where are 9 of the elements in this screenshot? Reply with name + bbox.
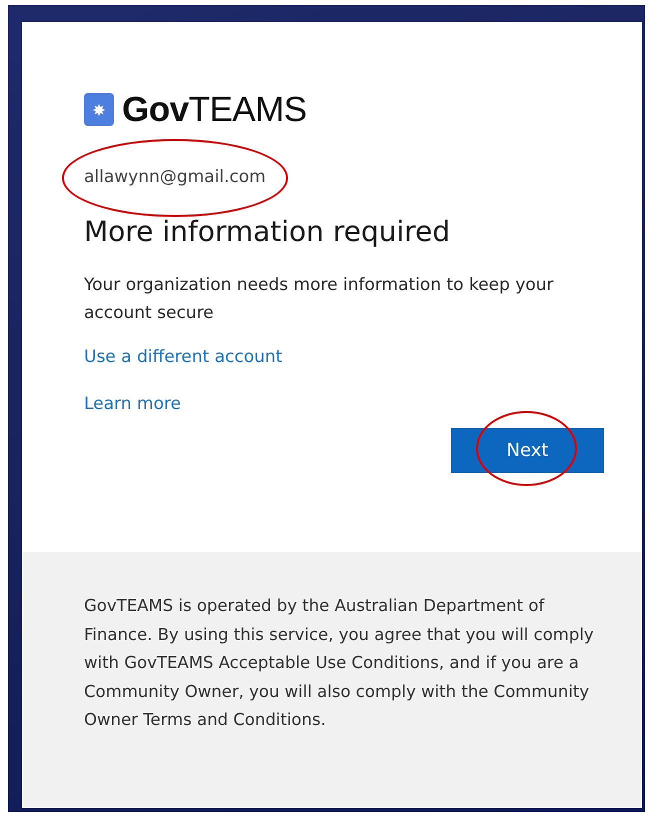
terms-notice: GovTEAMS is operated by the Australian Department of Finance. By using this service, you agree that you will comply with GovTEAMS Acceptable Use Conditions, and if you are a Community Owner, you will also comply with the Community Owner Terms and Conditions. [84,595,594,731]
account-email: allawynn@gmail.com [84,166,266,189]
link[interactable]: Learn more [84,392,181,418]
page-heading: More information required [84,214,452,250]
link[interactable]: Use a different account [84,344,282,370]
logo-icon [84,93,114,126]
brand-name: GovTEAMS [122,92,307,127]
next-button[interactable]: Next [451,428,604,472]
info-message: Your organization needs more information to keep your account secure [84,274,555,324]
